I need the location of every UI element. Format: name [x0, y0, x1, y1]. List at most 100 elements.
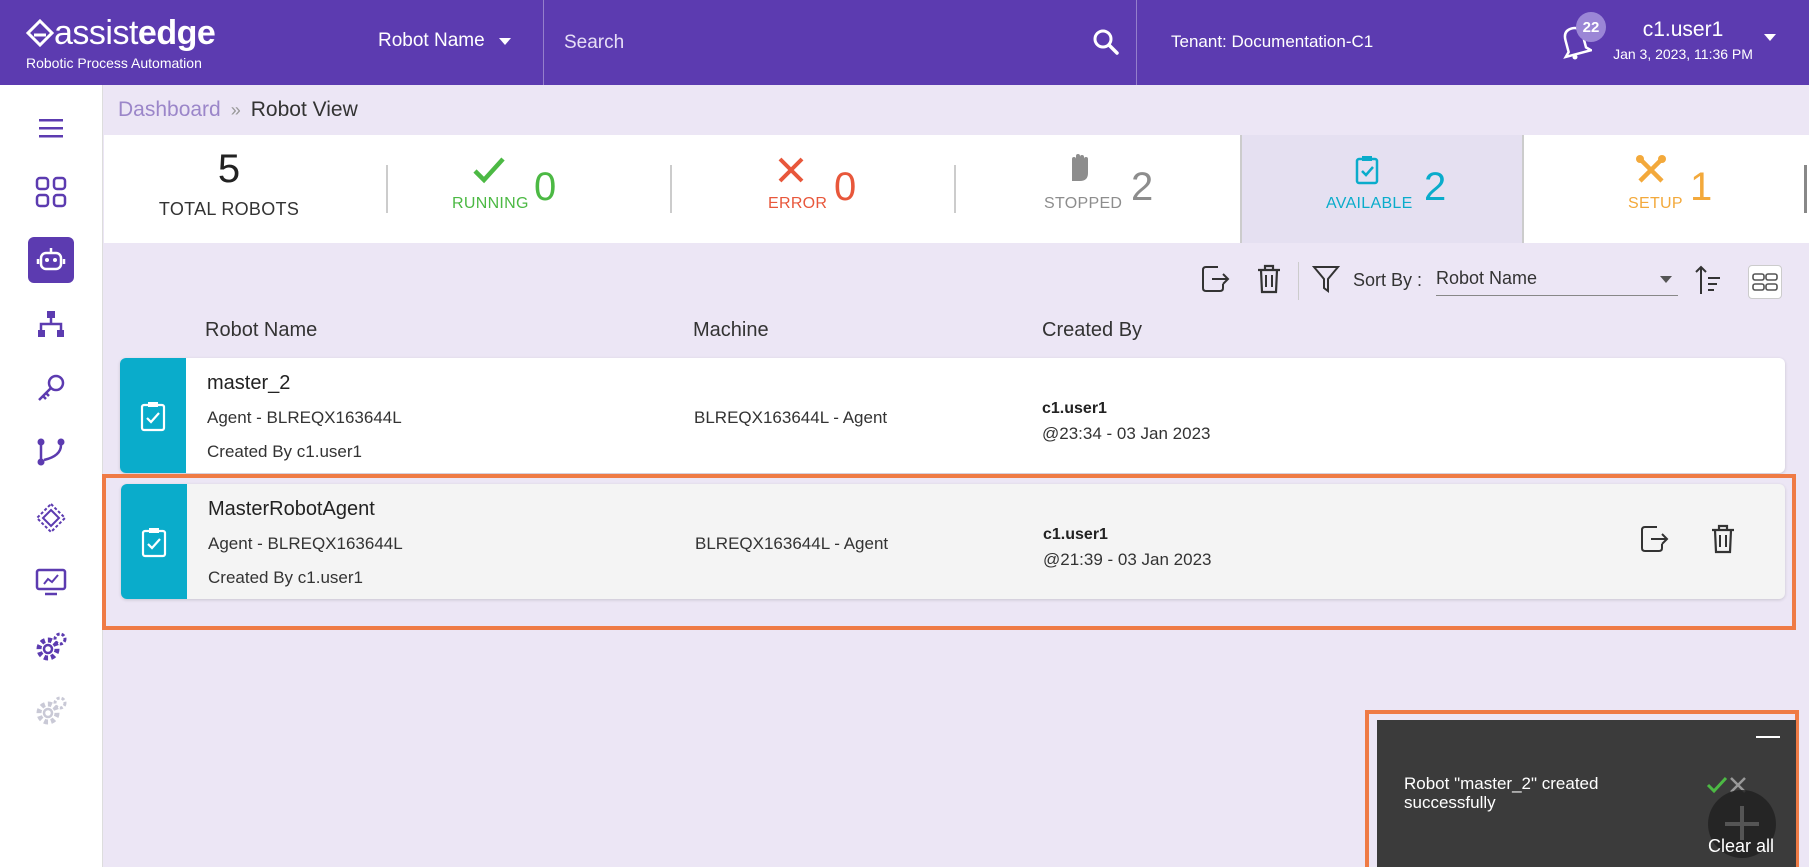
- row-status-strip: [121, 484, 187, 599]
- sidebar-item-dashboard[interactable]: [28, 169, 74, 215]
- check-icon: [1706, 776, 1728, 794]
- column-header-machine[interactable]: Machine: [693, 319, 769, 342]
- stat-setup[interactable]: SETUP 1: [1524, 135, 1808, 243]
- breadcrumb-current: Robot View: [250, 98, 358, 121]
- toast-message: Robot "master_2" created successfully: [1404, 774, 1599, 812]
- sidebar-item-credentials[interactable]: [28, 365, 74, 411]
- clipboard-check-icon: [140, 401, 166, 431]
- monitor-chart-icon: [35, 568, 67, 596]
- stat-stopped-label: STOPPED: [1044, 195, 1123, 212]
- sidebar-item-processes[interactable]: [28, 495, 74, 541]
- top-header: assist edge Robotic Process Automation Ro…: [0, 0, 1809, 85]
- robot-machine: BLREQX163644L - Agent: [694, 408, 888, 427]
- toolbar-divider: [1298, 262, 1299, 300]
- settings-icon: [36, 632, 67, 661]
- created-at-time: @21:39 - 03 Jan 2023: [1043, 550, 1212, 569]
- logo-text-thin: assist: [54, 14, 138, 52]
- robot-agent: Agent - BLREQX163644L: [208, 534, 403, 553]
- export-icon[interactable]: [1639, 524, 1669, 554]
- search-bar: [544, 0, 1136, 85]
- tools-icon: [1636, 155, 1666, 183]
- created-by-user: c1.user1: [1042, 400, 1107, 417]
- search-category-label: Robot Name: [378, 30, 485, 51]
- sidebar-item-admin[interactable]: [28, 689, 74, 735]
- robot-icon: [36, 248, 66, 271]
- header-divider: [1136, 0, 1137, 85]
- stat-available-label: AVAILABLE: [1326, 195, 1413, 212]
- table-row[interactable]: MasterRobotAgent Agent - BLREQX163644L C…: [121, 484, 1785, 599]
- chevron-down-icon[interactable]: [1764, 34, 1776, 41]
- logo-subtitle: Robotic Process Automation: [26, 55, 202, 71]
- view-toggle-button[interactable]: [1748, 265, 1782, 299]
- filter-icon[interactable]: [1312, 264, 1340, 294]
- search-input[interactable]: [564, 31, 1084, 54]
- trash-icon[interactable]: [1710, 524, 1736, 554]
- hand-stop-icon: [1072, 154, 1088, 181]
- trash-icon[interactable]: [1256, 264, 1282, 294]
- stat-setup-value: 1: [1690, 165, 1713, 209]
- user-name: c1.user1: [1642, 18, 1724, 41]
- clipboard-check-icon: [1355, 156, 1379, 185]
- sidebar-item-hierarchy[interactable]: [28, 301, 74, 347]
- stat-stopped[interactable]: STOPPED 2: [956, 135, 1240, 243]
- chevron-down-icon: [498, 37, 511, 45]
- sort-order-icon[interactable]: [1694, 264, 1722, 296]
- key-icon: [38, 374, 65, 401]
- stat-divider: [1804, 165, 1807, 213]
- check-icon: [473, 157, 505, 184]
- sidebar-item-workflows[interactable]: [28, 429, 74, 475]
- stat-total-robots[interactable]: 5 TOTAL ROBOTS: [104, 135, 388, 243]
- settings-disabled-icon: [36, 696, 67, 725]
- sidebar-item-robots[interactable]: [28, 237, 74, 283]
- tenant-label: Tenant:: [1171, 32, 1227, 51]
- robot-created-by: Created By c1.user1: [207, 442, 362, 461]
- clipboard-check-icon: [141, 527, 167, 557]
- created-by-user: c1.user1: [1043, 526, 1108, 543]
- notification-badge[interactable]: 22: [1576, 12, 1606, 42]
- stat-error-label: ERROR: [768, 195, 828, 212]
- stat-error-value: 0: [834, 165, 857, 209]
- export-icon[interactable]: [1200, 264, 1230, 294]
- double-chevron-right-icon: »: [230, 99, 241, 120]
- table-row[interactable]: master_2 Agent - BLREQX163644L Created B…: [120, 358, 1785, 473]
- stat-available[interactable]: AVAILABLE 2: [1240, 135, 1524, 243]
- sidebar-item-settings[interactable]: [28, 625, 74, 671]
- user-datetime: Jan 3, 2023, 11:36 PM: [1613, 46, 1753, 62]
- row-status-strip: [120, 358, 186, 473]
- logo-text-bold: edge: [137, 14, 216, 52]
- column-header-created-by[interactable]: Created By: [1042, 319, 1142, 342]
- clear-all-button[interactable]: Clear all: [1708, 836, 1774, 857]
- tenant-info: Tenant: Documentation-C1: [1171, 32, 1373, 52]
- chip-icon: [35, 502, 67, 534]
- tenant-value: Documentation-C1: [1231, 32, 1374, 51]
- search-category-select[interactable]: Robot Name: [378, 30, 511, 52]
- stat-running[interactable]: RUNNING 0: [388, 135, 672, 243]
- stat-available-value: 2: [1424, 165, 1447, 209]
- menu-icon: [39, 119, 63, 138]
- sidebar-item-reports[interactable]: [28, 559, 74, 605]
- minimize-icon[interactable]: [1756, 736, 1780, 738]
- sort-by-select[interactable]: Robot Name: [1436, 264, 1678, 296]
- created-at-time: @23:34 - 03 Jan 2023: [1042, 424, 1211, 443]
- robot-created-by: Created By c1.user1: [208, 568, 363, 587]
- sidebar: [0, 85, 103, 867]
- plus-icon: [1740, 806, 1744, 840]
- stat-error[interactable]: ERROR 0: [672, 135, 956, 243]
- stat-stopped-value: 2: [1131, 165, 1154, 209]
- dashboard-icon: [35, 176, 67, 208]
- search-icon[interactable]: [1092, 28, 1120, 56]
- robot-machine: BLREQX163644L - Agent: [695, 534, 889, 553]
- stat-running-label: RUNNING: [452, 195, 529, 212]
- stat-total-label: TOTAL ROBOTS: [158, 199, 300, 219]
- logo-mark-icon: [26, 18, 54, 47]
- stat-setup-label: SETUP: [1628, 195, 1683, 212]
- x-icon: [778, 157, 804, 183]
- column-header-robot-name[interactable]: Robot Name: [205, 319, 317, 342]
- hierarchy-icon: [38, 311, 64, 337]
- app-logo[interactable]: assist edge Robotic Process Automation: [26, 14, 216, 71]
- sidebar-item-menu[interactable]: [28, 105, 74, 151]
- robot-agent: Agent - BLREQX163644L: [207, 408, 402, 427]
- user-menu[interactable]: c1.user1 Jan 3, 2023, 11:36 PM: [1608, 18, 1758, 62]
- sort-by-value: Robot Name: [1436, 268, 1538, 288]
- breadcrumb-dashboard-link[interactable]: Dashboard: [118, 98, 221, 122]
